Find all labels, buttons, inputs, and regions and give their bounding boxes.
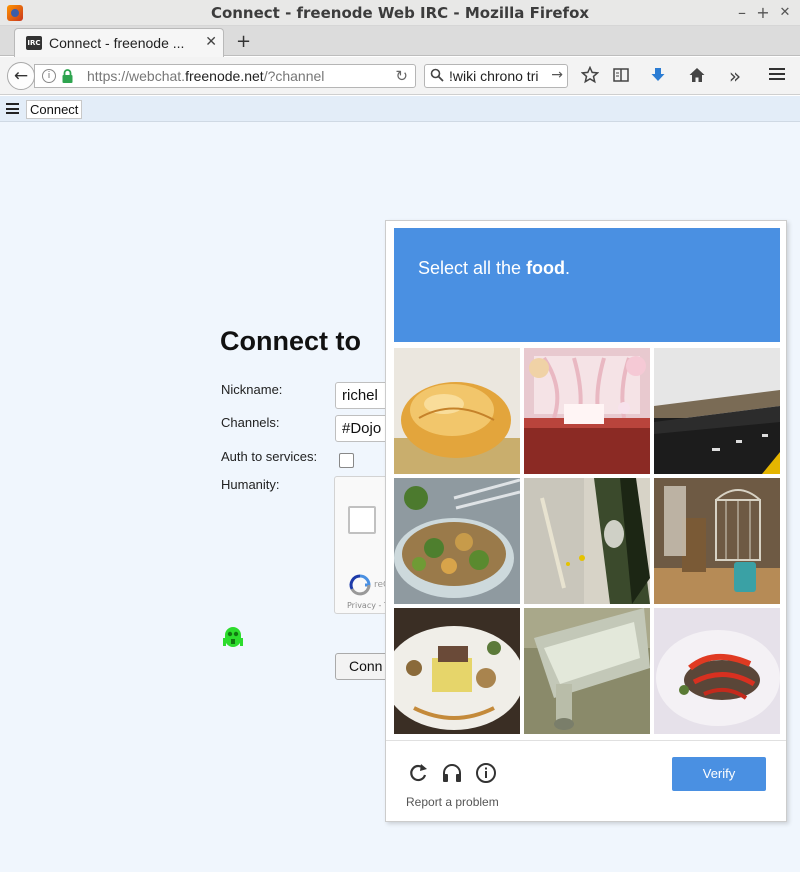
maximize-button[interactable]: + [753, 3, 773, 23]
search-icon [430, 68, 444, 82]
tab-connect[interactable]: IRC Connect - freenode ... ✕ [14, 28, 224, 57]
window-title: Connect - freenode Web IRC - Mozilla Fir… [210, 4, 590, 22]
captcha-footer: Verify Report a problem [386, 740, 786, 822]
minimize-button[interactable]: – [732, 3, 752, 23]
new-tab-button[interactable]: + [236, 31, 251, 52]
recaptcha-logo-icon [349, 574, 371, 596]
info-icon[interactable] [475, 762, 497, 784]
captcha-header: Select all the food. [394, 228, 780, 342]
hamburger-menu-icon[interactable] [767, 66, 787, 86]
captcha-tile-5[interactable] [524, 478, 650, 604]
vpn-extension-icon[interactable] [222, 624, 244, 650]
nickname-label: Nickname: [221, 382, 283, 397]
search-bar[interactable]: !wiki chrono tri → [424, 64, 568, 88]
captcha-tile-1[interactable] [394, 348, 520, 474]
humanity-label: Humanity: [221, 477, 280, 492]
captcha-tile-2[interactable] [524, 348, 650, 474]
irc-menu-icon[interactable] [6, 103, 19, 114]
url-text[interactable]: https://webchat.freenode.net/?channel [87, 68, 387, 84]
captcha-tile-6[interactable] [654, 478, 780, 604]
navigation-toolbar: i https://webchat.freenode.net/?channel … [0, 57, 800, 95]
connect-heading: Connect to [220, 326, 361, 356]
recaptcha-checkbox[interactable] [348, 506, 376, 534]
irc-tab-connect[interactable]: Connect [26, 100, 83, 119]
captcha-image-grid [394, 348, 780, 734]
auth-checkbox[interactable] [339, 453, 354, 468]
site-info-icon[interactable]: i [42, 69, 56, 83]
auth-label: Auth to services: [221, 449, 318, 464]
channels-label: Channels: [221, 415, 280, 430]
star-icon[interactable] [580, 65, 600, 86]
irc-favicon-icon: IRC [26, 36, 42, 50]
report-problem-link[interactable]: Report a problem [406, 795, 499, 809]
home-icon[interactable] [687, 66, 707, 86]
tab-label: Connect - freenode ... [49, 35, 185, 51]
tab-close-icon[interactable]: ✕ [205, 34, 217, 50]
overflow-icon[interactable]: » [725, 66, 745, 86]
captcha-tile-4[interactable] [394, 478, 520, 604]
recaptcha-privacy-link[interactable]: Privacy - T [347, 601, 389, 610]
lock-icon [62, 69, 73, 83]
back-button[interactable]: ← [7, 62, 35, 90]
captcha-challenge: Select all the food. Verify Report a pro… [385, 220, 787, 822]
close-window-button[interactable]: ✕ [775, 3, 795, 23]
captcha-prompt: Select all the food. [418, 258, 571, 278]
captcha-tile-8[interactable] [524, 608, 650, 734]
reload-icon[interactable] [407, 762, 429, 784]
captcha-tile-3[interactable] [654, 348, 780, 474]
search-go-icon[interactable]: → [551, 67, 563, 83]
reload-icon[interactable]: ↻ [395, 67, 408, 85]
tab-strip: IRC Connect - freenode ... ✕ + [0, 26, 800, 57]
captcha-tile-9[interactable] [654, 608, 780, 734]
verify-button[interactable]: Verify [672, 757, 766, 791]
window-titlebar: Connect - freenode Web IRC - Mozilla Fir… [0, 0, 800, 26]
reading-list-icon[interactable] [611, 66, 631, 86]
irc-toolbar: Connect [0, 96, 800, 122]
download-icon[interactable] [648, 66, 668, 86]
url-bar[interactable]: i https://webchat.freenode.net/?channel … [34, 64, 416, 88]
captcha-tile-7[interactable] [394, 608, 520, 734]
audio-icon[interactable] [441, 762, 463, 784]
search-input[interactable]: !wiki chrono tri [449, 68, 549, 84]
